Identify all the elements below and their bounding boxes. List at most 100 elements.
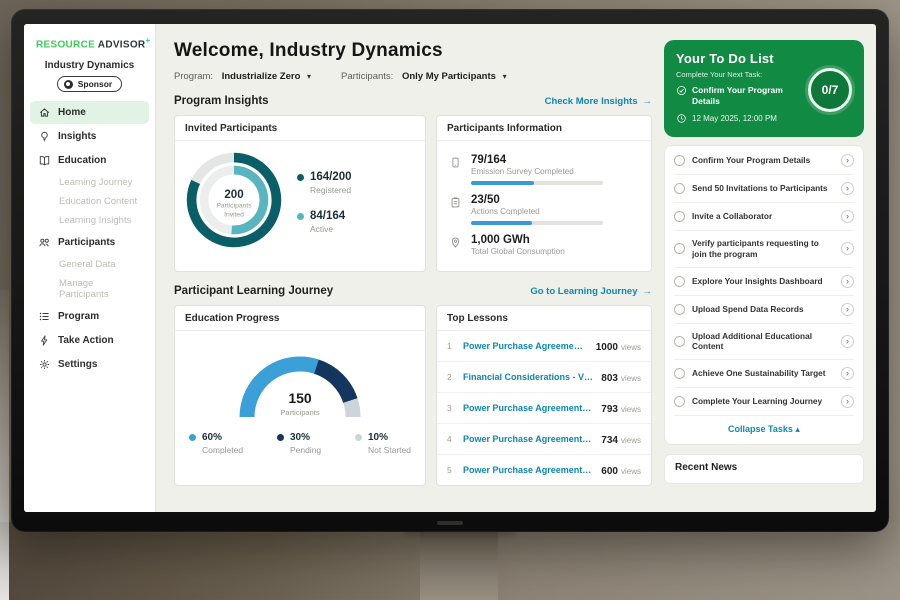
collapse-tasks-button[interactable]: Collapse Tasks ▴ xyxy=(674,416,854,444)
logo-secondary: ADVISOR xyxy=(98,39,146,50)
program-insights-title: Program Insights xyxy=(174,95,269,107)
legend-item-not-started: 10% Not Started xyxy=(355,432,411,455)
task-complete-your-learning-journey[interactable]: Complete Your Learning Journey › xyxy=(674,388,854,416)
dashboard-screen: RESOURCE ADVISOR+ Industry Dynamics Spon… xyxy=(24,24,876,512)
sidebar-item-settings[interactable]: Settings xyxy=(30,353,149,376)
participants-filter[interactable]: Participants: Only My Participants ▾ xyxy=(341,71,507,82)
sidebar-item-program[interactable]: Program xyxy=(30,305,149,328)
lesson-link[interactable]: Financial Considerations - VPPAs xyxy=(463,372,593,382)
task-explore-your-insights-dashboard[interactable]: Explore Your Insights Dashboard › xyxy=(674,268,854,296)
invited-card-body: 200 Participants Invited 164/200 Registe… xyxy=(175,141,425,266)
invited-participants-card: Invited Participants 200 Participants In… xyxy=(174,115,426,272)
check-more-insights-link[interactable]: Check More Insights→ xyxy=(545,96,652,107)
lesson-rank: 2 xyxy=(447,372,455,382)
chevron-down-icon[interactable]: ▾ xyxy=(503,72,507,81)
chevron-right-icon[interactable]: › xyxy=(841,210,854,223)
go-to-learning-journey-link[interactable]: Go to Learning Journey→ xyxy=(530,286,652,297)
education-legend: 60% Completed 30% Pending 10% Not Starte… xyxy=(175,425,425,465)
lesson-link[interactable]: Power Purchase Agreements 101 xyxy=(463,341,588,351)
sidebar-subitem-manage-participants[interactable]: Manage Participants xyxy=(30,274,149,304)
logo-primary: RESOURCE xyxy=(36,39,95,50)
task-checkbox[interactable] xyxy=(674,396,685,407)
task-checkbox[interactable] xyxy=(674,276,685,287)
program-filter[interactable]: Program: Industrialize Zero ▾ xyxy=(174,71,311,82)
sidebar-item-participants[interactable]: Participants xyxy=(30,231,149,254)
lesson-row: 4 Power Purchase Agreements 102 734views xyxy=(437,424,651,455)
sponsor-badge: Sponsor xyxy=(57,76,122,92)
chevron-right-icon[interactable]: › xyxy=(841,367,854,380)
todo-next-task[interactable]: Confirm Your Program Details xyxy=(676,85,800,107)
pin-icon xyxy=(449,236,462,249)
sidebar-item-home[interactable]: Home xyxy=(30,101,149,124)
task-checkbox[interactable] xyxy=(674,183,685,194)
program-filter-value[interactable]: Industrialize Zero xyxy=(222,71,301,82)
sidebar-item-label: Education xyxy=(58,155,106,166)
task-checkbox[interactable] xyxy=(674,368,685,379)
monitor-brand-logo xyxy=(437,521,463,525)
chevron-right-icon[interactable]: › xyxy=(841,395,854,408)
chevron-right-icon[interactable]: › xyxy=(841,303,854,316)
task-invite-a-collaborator[interactable]: Invite a Collaborator › xyxy=(674,203,854,231)
arrow-right-icon: → xyxy=(643,96,653,107)
sidebar-item-insights[interactable]: Insights xyxy=(30,125,149,148)
task-upload-additional-educational-content[interactable]: Upload Additional Educational Content › xyxy=(674,324,854,361)
task-checkbox[interactable] xyxy=(674,304,685,315)
task-checkbox[interactable] xyxy=(674,243,685,254)
sidebar-subitem-education-content[interactable]: Education Content xyxy=(30,192,149,211)
task-checkbox[interactable] xyxy=(674,155,685,166)
task-checkbox[interactable] xyxy=(674,336,685,347)
lesson-row: 1 Power Purchase Agreements 101 1000view… xyxy=(437,331,651,362)
task-verify-participants-requesting-to-join-the-program[interactable]: Verify participants requesting to join t… xyxy=(674,231,854,268)
chevron-right-icon[interactable]: › xyxy=(841,275,854,288)
task-checkbox[interactable] xyxy=(674,211,685,222)
svg-text:150: 150 xyxy=(288,390,312,406)
legend-item-active: 84/164 Active xyxy=(297,210,352,234)
sidebar-subitem-learning-insights[interactable]: Learning Insights xyxy=(30,211,149,230)
lesson-row: 2 Financial Considerations - VPPAs 803vi… xyxy=(437,362,651,393)
recent-news-header[interactable]: Recent News xyxy=(664,454,864,484)
legend-dot xyxy=(355,434,362,441)
window-light-reflection xyxy=(0,290,9,600)
top-lessons-title: Top Lessons xyxy=(437,306,651,331)
progress-bar xyxy=(471,181,603,185)
lesson-link[interactable]: Power Purchase Agreements 103 xyxy=(463,465,593,475)
legend-item-registered: 164/200 Registered xyxy=(297,171,352,195)
task-send-50-invitations-to-participants[interactable]: Send 50 Invitations to Participants › xyxy=(674,175,854,203)
sidebar-subitem-general-data[interactable]: General Data xyxy=(30,255,149,274)
lesson-views: 1000 xyxy=(596,342,618,353)
journey-cards-row: Education Progress 150 Participants 60% … xyxy=(174,305,652,486)
program-icon xyxy=(38,310,51,323)
sidebar-item-label: Insights xyxy=(58,131,96,142)
chevron-up-icon: ▴ xyxy=(795,424,800,434)
right-panel: Your To Do List Complete Your Next Task:… xyxy=(664,24,876,512)
task-confirm-your-program-details[interactable]: Confirm Your Program Details › xyxy=(674,147,854,175)
lesson-link[interactable]: Power Purchase Agreements 102 xyxy=(463,434,593,444)
svg-text:200: 200 xyxy=(224,189,243,201)
lesson-row: 3 Power Purchase Agreements 101 793views xyxy=(437,393,651,424)
education-gauge-chart: 150 Participants xyxy=(175,331,425,425)
participants-filter-label: Participants: xyxy=(341,71,393,82)
learning-journey-header: Participant Learning Journey Go to Learn… xyxy=(174,285,652,297)
legend-dot xyxy=(277,434,284,441)
sidebar-item-take-action[interactable]: Take Action xyxy=(30,329,149,352)
lesson-views: 793 xyxy=(601,404,618,415)
participants-filter-value[interactable]: Only My Participants xyxy=(402,71,496,82)
chevron-down-icon[interactable]: ▾ xyxy=(307,72,311,81)
chevron-right-icon[interactable]: › xyxy=(841,154,854,167)
sidebar-subitem-learning-journey[interactable]: Learning Journey xyxy=(30,173,149,192)
invited-card-title: Invited Participants xyxy=(175,116,425,141)
lesson-rank: 5 xyxy=(447,465,455,475)
info-card-stats: 79/164 Emission Survey Completed 23/50 A… xyxy=(437,141,651,271)
lesson-rank: 3 xyxy=(447,403,455,413)
task-achieve-one-sustainability-target[interactable]: Achieve One Sustainability Target › xyxy=(674,360,854,388)
sidebar-item-education[interactable]: Education xyxy=(30,149,149,172)
top-lessons-card: Top Lessons 1 Power Purchase Agreements … xyxy=(436,305,652,486)
svg-text:Participants: Participants xyxy=(280,408,319,417)
legend-item-pending: 30% Pending xyxy=(277,432,321,455)
chevron-right-icon[interactable]: › xyxy=(841,335,854,348)
sidebar-item-label: Home xyxy=(58,107,86,118)
task-upload-spend-data-records[interactable]: Upload Spend Data Records › xyxy=(674,296,854,324)
chevron-right-icon[interactable]: › xyxy=(841,242,854,255)
lesson-link[interactable]: Power Purchase Agreements 101 xyxy=(463,403,593,413)
chevron-right-icon[interactable]: › xyxy=(841,182,854,195)
